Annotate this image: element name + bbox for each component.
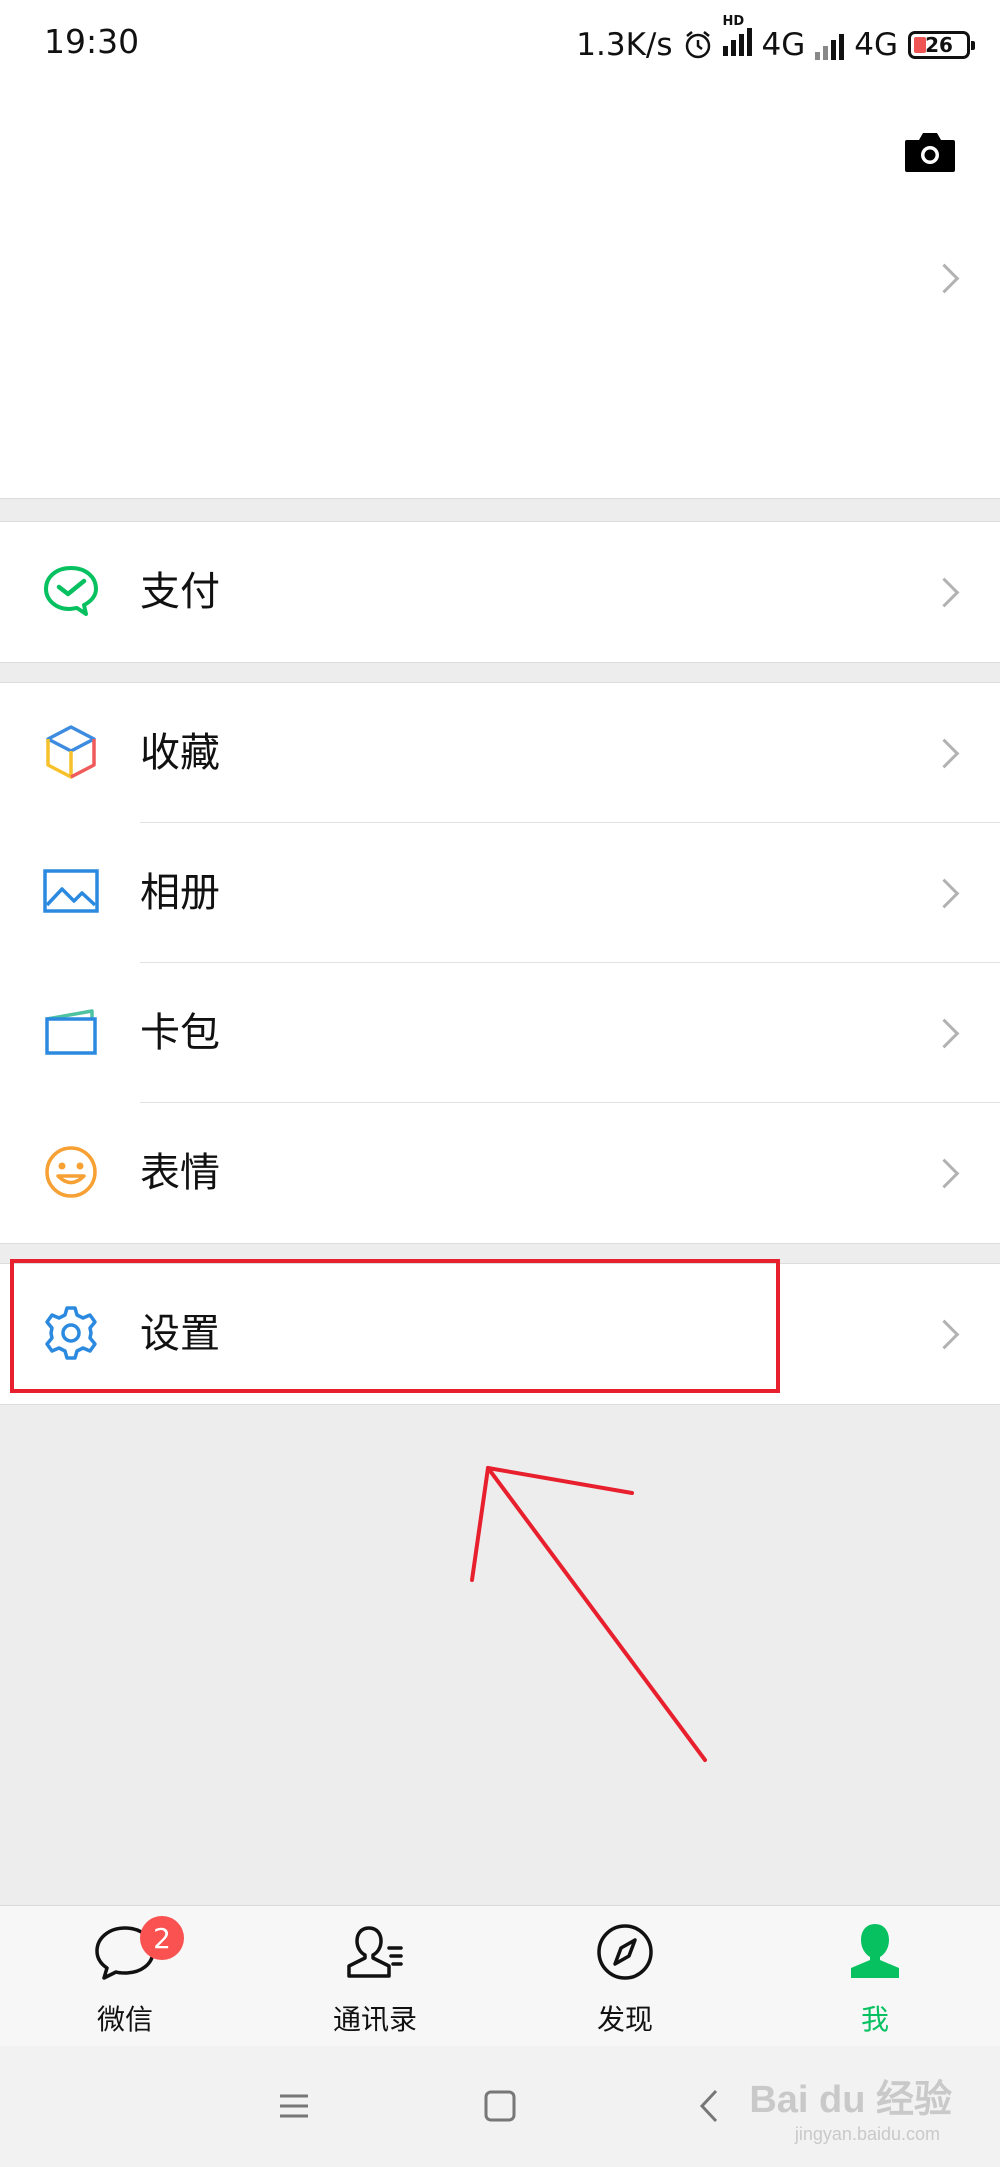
menu-group-collections: 收藏 相册 卡包 表情 — [0, 682, 1000, 1244]
tab-label: 通讯录 — [332, 2003, 417, 2036]
hd-signal: HD — [722, 14, 752, 64]
emoji-icon — [45, 1146, 97, 1198]
unread-badge: 2 — [140, 1916, 184, 1960]
me-person-icon — [851, 1924, 899, 1978]
menu-item-label: 卡包 — [140, 1010, 220, 1056]
tab-discover[interactable]: 发现 — [500, 1906, 750, 2046]
chevron-right-icon — [929, 1319, 960, 1350]
chevron-right-icon — [929, 878, 960, 909]
album-icon — [43, 869, 99, 913]
favorites-cube-icon — [46, 725, 96, 779]
menu-item-label: 表情 — [140, 1150, 220, 1196]
card-wallet-icon — [45, 1009, 97, 1055]
signal-bars-icon — [722, 26, 752, 56]
chevron-right-icon — [929, 577, 960, 608]
back-arrow-icon[interactable] — [698, 2088, 720, 2124]
menu-item-favorites[interactable]: 收藏 — [0, 683, 1000, 823]
chevron-right-icon — [929, 1158, 960, 1189]
contacts-icon — [347, 1926, 403, 1978]
alarm-icon — [685, 31, 710, 59]
chevron-right-icon — [929, 1018, 960, 1049]
network-type-2: 4G — [854, 27, 898, 63]
menu-item-label: 相册 — [140, 870, 220, 916]
tab-me[interactable]: 我 — [750, 1906, 1000, 2046]
battery-icon: 26 — [908, 31, 975, 59]
watermark-logo: Bai du 经验 — [749, 2079, 952, 2121]
menu-item-label: 支付 — [140, 569, 220, 615]
pay-icon — [44, 566, 98, 616]
network-speed: 1.3K/s — [576, 27, 673, 63]
menu-lines-icon[interactable] — [278, 2092, 310, 2120]
menu-item-album[interactable]: 相册 — [0, 823, 1000, 963]
status-indicators: 1.3K/s HD 4G 4G 26 — [576, 14, 975, 68]
tab-label: 发现 — [596, 2003, 653, 2036]
profile-header[interactable] — [0, 92, 1000, 499]
compass-icon — [597, 1924, 653, 1980]
status-bar: 19:30 1.3K/s HD 4G 4G 26 — [0, 0, 1000, 92]
menu-group-pay: 支付 — [0, 521, 1000, 663]
menu-item-label: 收藏 — [140, 730, 220, 776]
chevron-right-icon — [929, 738, 960, 769]
tab-chats[interactable]: 2 微信 — [0, 1906, 250, 2046]
bottom-tab-bar: 2 微信 通讯录 发现 我 — [0, 1905, 1000, 2046]
tab-label: 微信 — [96, 2003, 153, 2036]
camera-icon[interactable] — [903, 130, 957, 174]
tab-label: 我 — [860, 2003, 889, 2036]
network-type-1: 4G — [761, 27, 806, 63]
home-square-icon[interactable] — [484, 2090, 516, 2122]
annotation-highlight-box — [10, 1259, 780, 1393]
profile-chevron-icon — [929, 263, 960, 294]
watermark-url: jingyan.baidu.com — [794, 2124, 940, 2144]
tab-contacts[interactable]: 通讯录 — [250, 1906, 500, 2046]
menu-item-emoji[interactable]: 表情 — [0, 1103, 1000, 1243]
menu-item-card-wallet[interactable]: 卡包 — [0, 963, 1000, 1103]
menu-item-pay[interactable]: 支付 — [0, 522, 1000, 662]
signal-bars-2-icon — [815, 30, 845, 60]
status-time: 19:30 — [44, 22, 140, 61]
